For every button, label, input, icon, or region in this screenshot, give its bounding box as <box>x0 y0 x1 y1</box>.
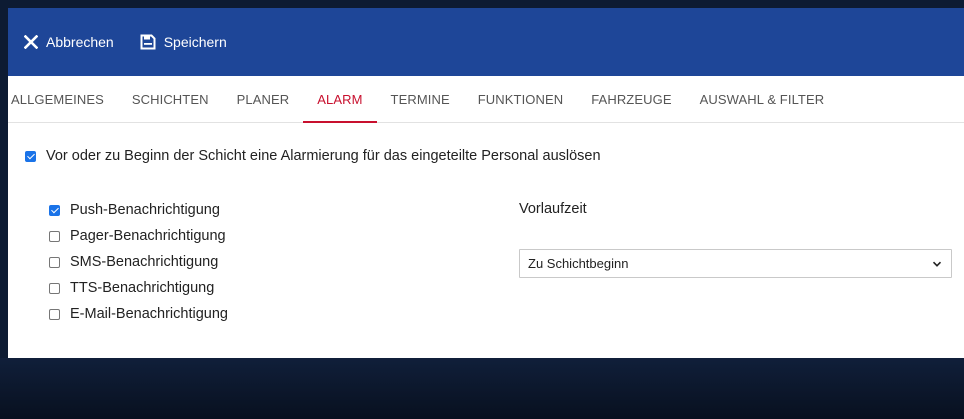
tts-label: TTS-Benachrichtigung <box>70 280 215 296</box>
background-area <box>0 358 964 419</box>
pager-checkbox[interactable] <box>49 230 60 242</box>
notification-option-sms: SMS-Benachrichtigung <box>49 254 218 270</box>
notification-option-tts: TTS-Benachrichtigung <box>49 280 214 296</box>
notification-option-pager: Pager-Benachrichtigung <box>49 228 226 244</box>
settings-window: Abbrechen Speichern ALLGEMEINES SCHICHTE… <box>8 8 964 358</box>
notification-option-email: E-Mail-Benachrichtigung <box>49 306 228 322</box>
chevron-down-icon <box>932 261 942 267</box>
tab-allgemeines[interactable]: ALLGEMEINES <box>8 76 118 122</box>
tab-auswahl-filter[interactable]: AUSWAHL & FILTER <box>686 76 839 122</box>
tab-funktionen[interactable]: FUNKTIONEN <box>464 76 578 122</box>
lead-time-select[interactable]: Zu Schichtbeginn <box>519 249 952 278</box>
tab-bar: ALLGEMEINES SCHICHTEN PLANER ALARM TERMI… <box>8 76 964 123</box>
tts-checkbox[interactable] <box>49 282 60 294</box>
push-label: Push-Benachrichtigung <box>70 202 220 218</box>
cancel-label: Abbrechen <box>46 34 114 50</box>
sms-checkbox[interactable] <box>49 256 60 268</box>
alarm-main-label: Vor oder zu Beginn der Schicht eine Alar… <box>46 148 601 164</box>
push-checkbox[interactable] <box>49 204 60 216</box>
tab-alarm[interactable]: ALARM <box>303 76 377 123</box>
alarm-main-checkbox[interactable] <box>25 150 36 162</box>
alarm-main-option: Vor oder zu Beginn der Schicht eine Alar… <box>25 148 601 164</box>
tab-fahrzeuge[interactable]: FAHRZEUGE <box>577 76 685 122</box>
email-label: E-Mail-Benachrichtigung <box>70 306 228 322</box>
close-icon <box>24 35 38 49</box>
pager-label: Pager-Benachrichtigung <box>70 228 226 244</box>
toolbar: Abbrechen Speichern <box>8 8 964 76</box>
email-checkbox[interactable] <box>49 308 60 320</box>
save-label: Speichern <box>163 34 227 50</box>
lead-time-label: Vorlaufzeit <box>519 201 587 217</box>
floppy-disk-icon <box>140 34 156 50</box>
notification-option-push: Push-Benachrichtigung <box>49 202 220 218</box>
tab-planer[interactable]: PLANER <box>223 76 304 122</box>
sms-label: SMS-Benachrichtigung <box>70 254 219 270</box>
save-button[interactable]: Speichern <box>140 22 227 62</box>
cancel-button[interactable]: Abbrechen <box>24 22 114 62</box>
tab-termine[interactable]: TERMINE <box>377 76 464 122</box>
lead-time-value: Zu Schichtbeginn <box>528 256 629 271</box>
tab-schichten[interactable]: SCHICHTEN <box>118 76 223 122</box>
